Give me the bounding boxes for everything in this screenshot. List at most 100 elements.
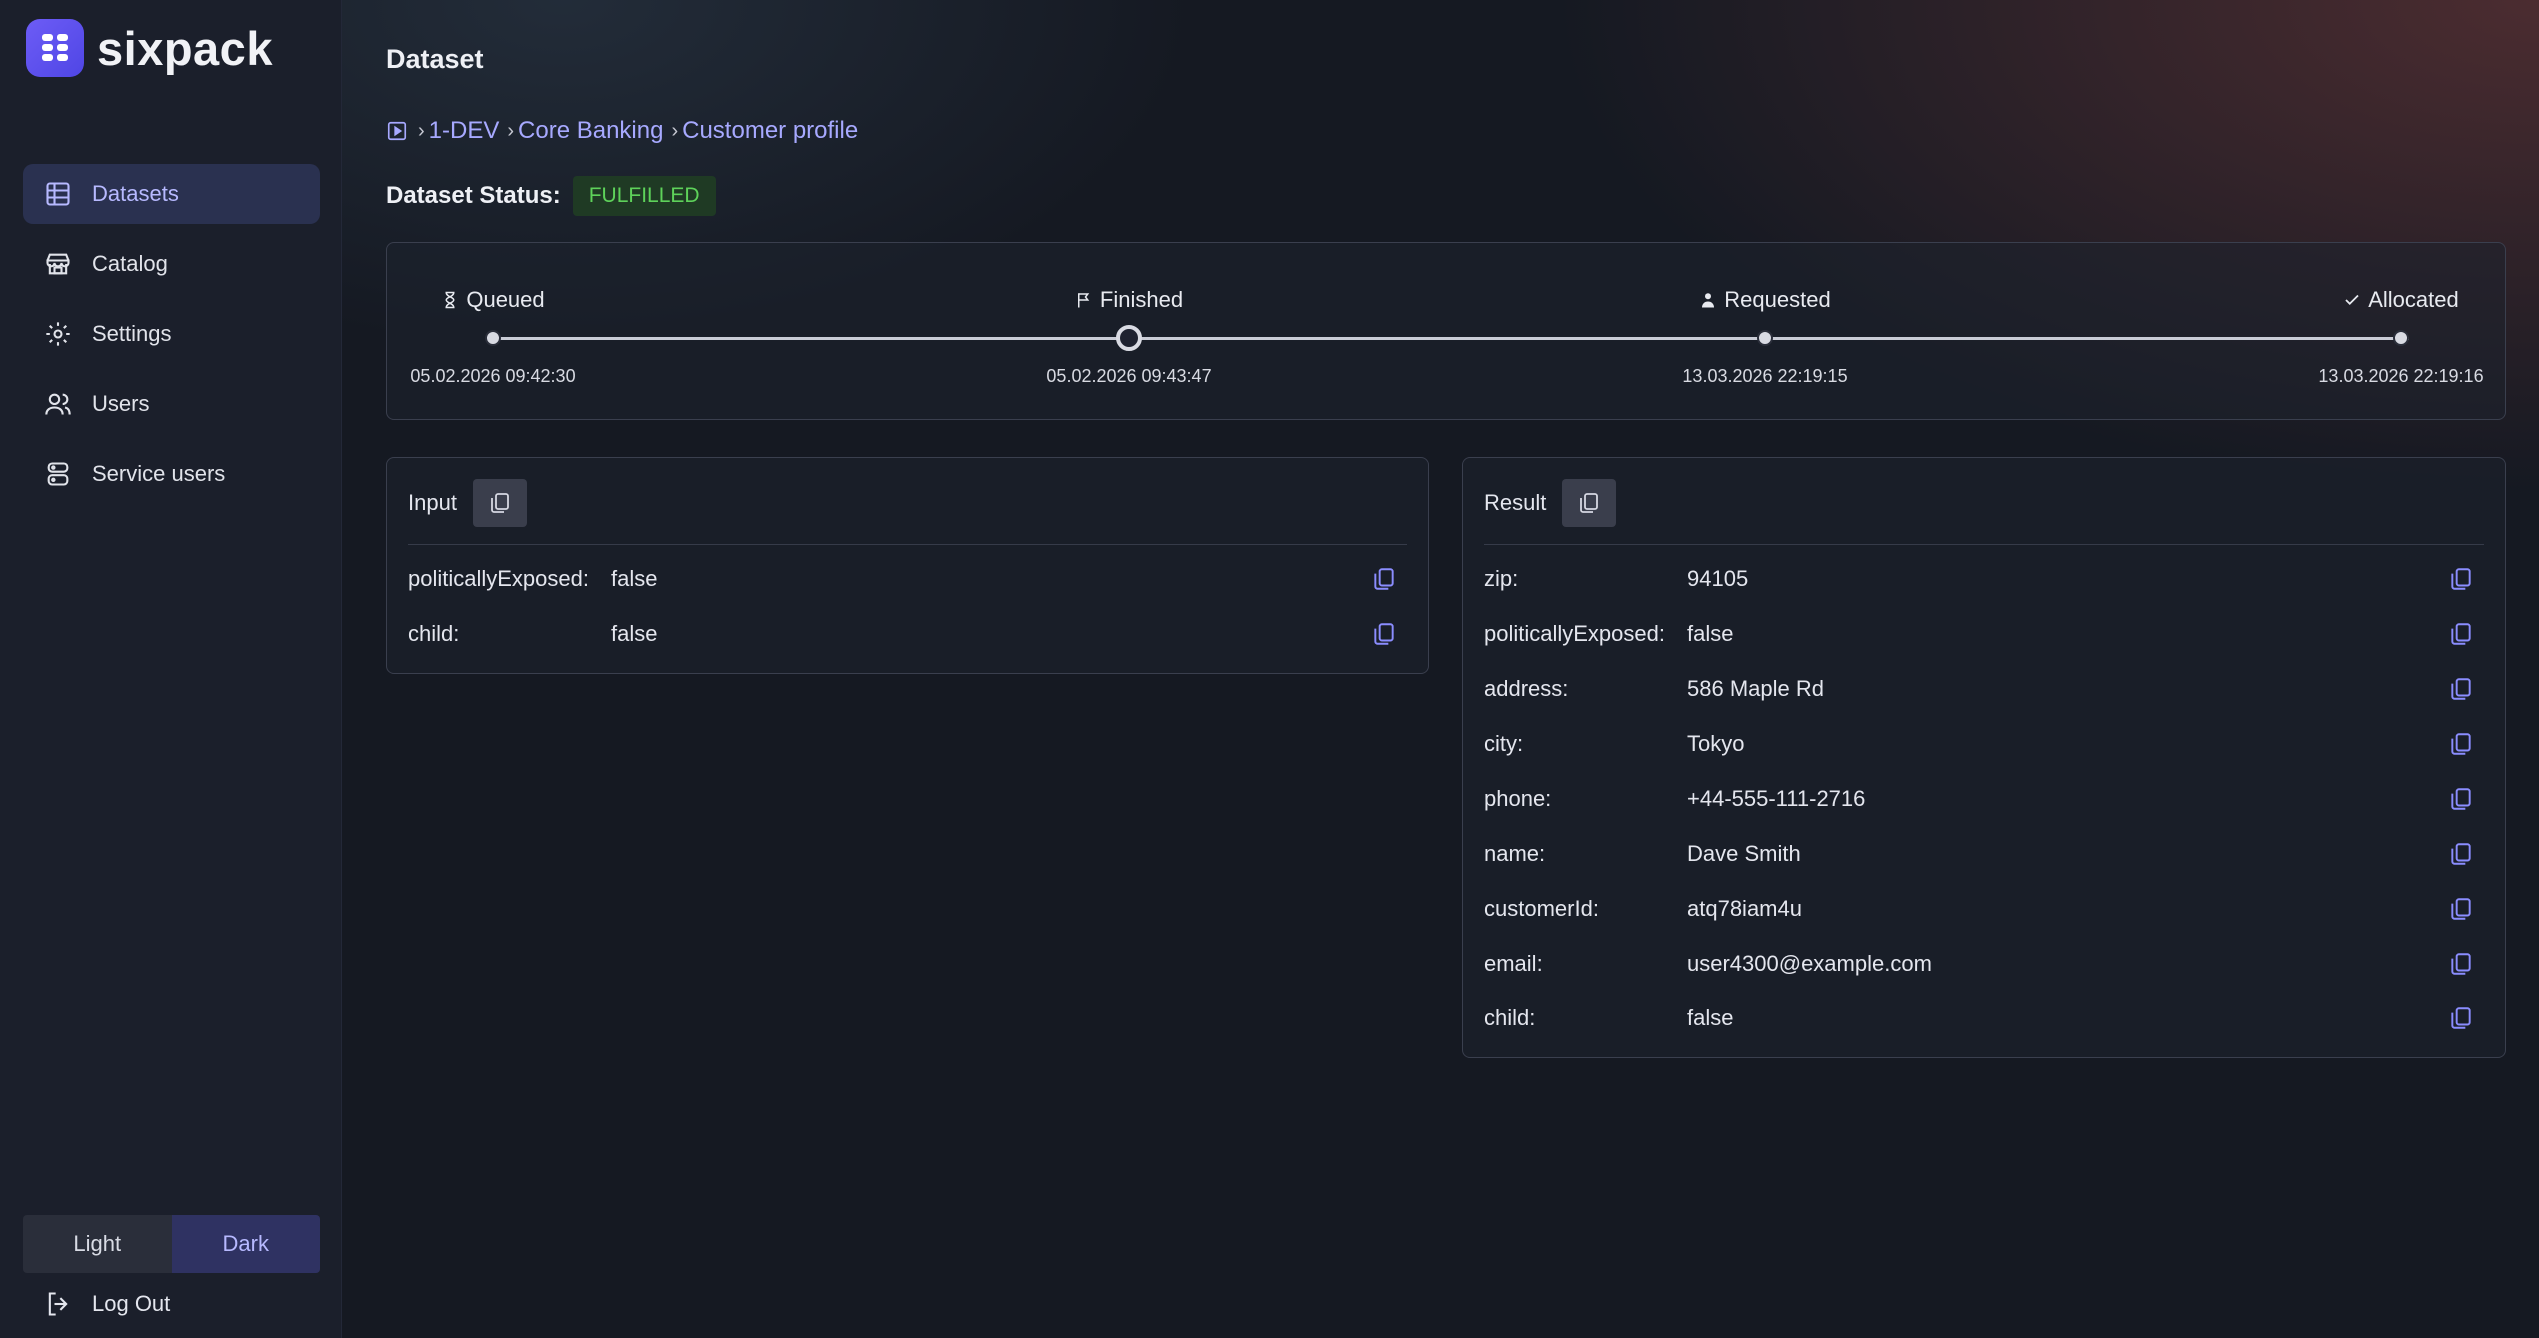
result-row: phone: +44-555-111-2716	[1484, 784, 2484, 814]
divider	[1484, 544, 2484, 545]
copy-icon[interactable]	[2448, 786, 2474, 812]
timeline-dot	[2393, 330, 2409, 346]
sidebar-item-label: Settings	[92, 321, 172, 346]
result-row: email: user4300@example.com	[1484, 949, 2484, 979]
copy-icon[interactable]	[2448, 951, 2474, 977]
breadcrumb: › 1-DEV › Core Banking › Customer profil…	[386, 117, 858, 145]
copy-icon[interactable]	[1371, 621, 1397, 647]
copy-icon[interactable]	[1371, 566, 1397, 592]
divider	[408, 544, 1407, 545]
sidebar-item-datasets[interactable]: Datasets	[23, 164, 320, 224]
copy-icon[interactable]	[2448, 621, 2474, 647]
status-label: Dataset Status:	[386, 182, 561, 209]
store-icon	[44, 250, 72, 278]
field-key: politicallyExposed:	[1484, 621, 1665, 646]
breadcrumb-template[interactable]: Customer profile	[682, 117, 858, 145]
copy-icon[interactable]	[2448, 896, 2474, 922]
field-value: atq78iam4u	[1687, 896, 1802, 921]
input-panel: Input politicallyExposed: false child: f…	[386, 457, 1429, 674]
theme-toggle: Light Dark	[23, 1215, 320, 1273]
app-name: sixpack	[97, 21, 273, 75]
sidebar-item-label: Service users	[92, 461, 226, 486]
field-key: zip:	[1484, 566, 1519, 591]
page-title: Dataset	[386, 44, 484, 74]
copy-icon[interactable]	[2448, 731, 2474, 757]
result-row: politicallyExposed: false	[1484, 619, 2484, 649]
timeline-step-time: 05.02.2026 09:43:47	[1046, 366, 1212, 386]
sidebar-nav: Datasets Catalog Settings Users Service …	[23, 164, 320, 514]
sidebar: sixpack Datasets Catalog Settings Users	[0, 0, 342, 1338]
status-timeline: Queued 05.02.2026 09:42:30 Finished 05.0…	[386, 242, 2506, 420]
sidebar-item-catalog[interactable]: Catalog	[23, 234, 320, 294]
copy-icon	[491, 493, 509, 513]
field-value: user4300@example.com	[1687, 951, 1932, 976]
result-panel: Result zip: 94105 politicallyExposed: fa…	[1462, 457, 2506, 1058]
field-value: Tokyo	[1687, 731, 1745, 756]
result-row: zip: 94105	[1484, 564, 2484, 594]
theme-dark-button[interactable]: Dark	[171, 1215, 320, 1273]
timeline-step-label: Requested	[1724, 287, 1831, 312]
sidebar-item-label: Users	[92, 391, 150, 416]
timeline-step-time: 13.03.2026 22:19:16	[2318, 366, 2484, 386]
logo[interactable]: sixpack	[26, 19, 273, 77]
timeline-step-time: 13.03.2026 22:19:15	[1682, 366, 1848, 386]
hourglass-icon	[445, 291, 455, 309]
flag-icon	[1077, 293, 1090, 308]
breadcrumb-env[interactable]: 1-DEV	[429, 117, 500, 145]
input-row: politicallyExposed: false	[408, 564, 1407, 594]
result-row: address: 586 Maple Rd	[1484, 674, 2484, 704]
copy-icon[interactable]	[2448, 676, 2474, 702]
chevron-right-icon: ›	[507, 119, 515, 142]
panel-title: Input	[408, 490, 457, 515]
field-key: politicallyExposed:	[408, 566, 589, 591]
copy-icon	[1580, 493, 1599, 513]
field-value: false	[611, 621, 658, 646]
chevron-right-icon: ›	[418, 119, 425, 142]
result-row: child: false	[1484, 1003, 2484, 1033]
gear-icon	[44, 320, 72, 348]
theme-light-button[interactable]: Light	[23, 1215, 172, 1273]
timeline-dot-current	[1116, 325, 1142, 351]
input-row: child: false	[408, 619, 1407, 649]
logout-label: Log Out	[92, 1291, 171, 1316]
copy-icon[interactable]	[2448, 566, 2474, 592]
play-square-icon[interactable]	[386, 120, 408, 142]
check-icon	[2345, 294, 2359, 306]
timeline-step-label: Allocated	[2368, 287, 2459, 312]
server-user-icon	[44, 460, 72, 488]
sidebar-item-label: Catalog	[92, 251, 168, 276]
sixpack-logo-icon	[26, 19, 84, 77]
copy-icon[interactable]	[2448, 841, 2474, 867]
field-key: address:	[1484, 676, 1569, 701]
timeline-dot	[1757, 330, 1773, 346]
logout-button[interactable]: Log Out	[44, 1290, 170, 1318]
field-value: 94105	[1687, 566, 1749, 591]
copy-icon[interactable]	[2448, 1005, 2474, 1031]
field-value: Dave Smith	[1687, 841, 1801, 866]
field-key: email:	[1484, 951, 1543, 976]
sidebar-item-users[interactable]: Users	[23, 374, 320, 434]
users-icon	[44, 390, 72, 418]
table-icon	[44, 180, 72, 208]
breadcrumb-system[interactable]: Core Banking	[518, 117, 663, 145]
sidebar-item-service-users[interactable]: Service users	[23, 444, 320, 504]
field-value: false	[611, 566, 658, 591]
field-key: name:	[1484, 841, 1546, 866]
field-value: +44-555-111-2716	[1687, 786, 1866, 811]
field-key: child:	[408, 621, 460, 646]
copy-all-button[interactable]	[1562, 479, 1617, 527]
copy-all-button[interactable]	[472, 479, 527, 527]
result-row: customerId: atq78iam4u	[1484, 894, 2484, 924]
status-badge: FULFILLED	[572, 176, 716, 216]
sidebar-item-settings[interactable]: Settings	[23, 304, 320, 364]
field-key: customerId:	[1484, 896, 1599, 921]
person-icon	[1702, 293, 1715, 308]
timeline-step-label: Queued	[466, 287, 545, 312]
timeline-step-label: Finished	[1099, 287, 1184, 312]
timeline-dot	[485, 330, 501, 346]
field-value: 586 Maple Rd	[1687, 676, 1824, 701]
field-key: child:	[1484, 1005, 1536, 1030]
field-key: city:	[1484, 731, 1524, 756]
field-key: phone:	[1484, 786, 1552, 811]
field-value: false	[1687, 621, 1734, 646]
